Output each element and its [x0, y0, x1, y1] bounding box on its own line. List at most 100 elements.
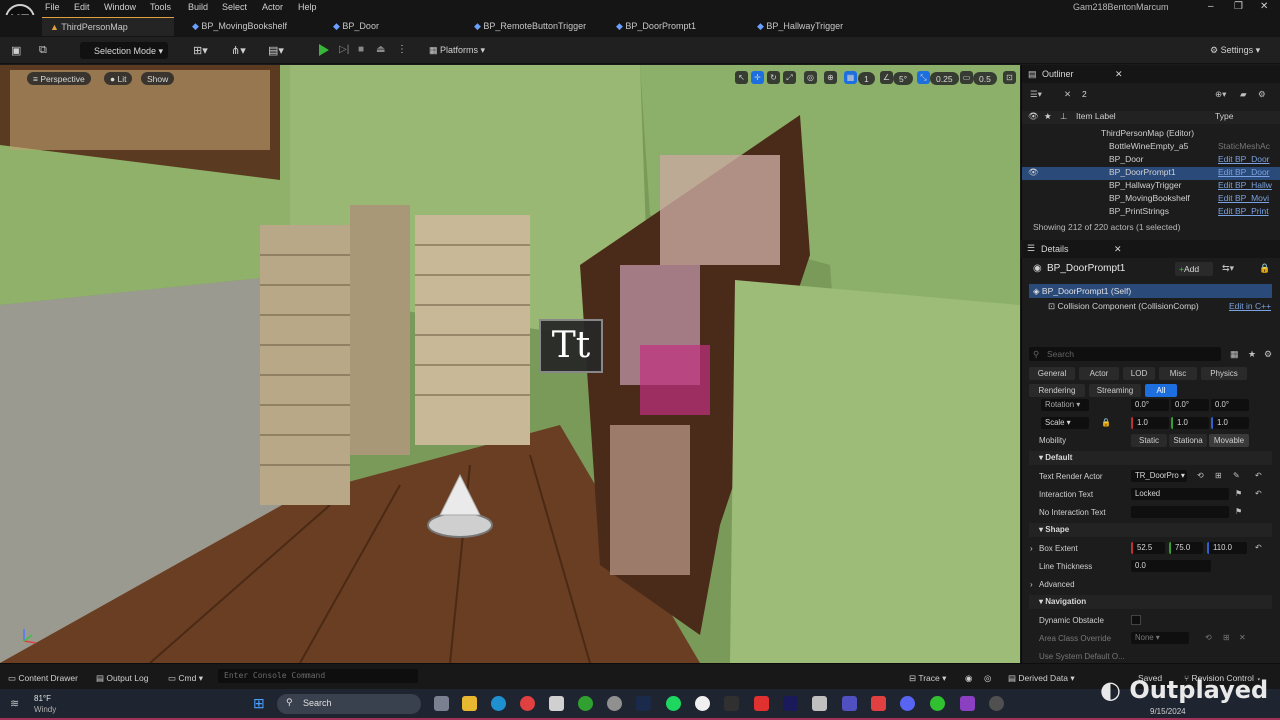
category-physics[interactable]: Physics [1201, 367, 1247, 380]
file-explorer-icon[interactable] [462, 696, 477, 711]
scale-tool-icon[interactable]: ⤢ [783, 71, 796, 84]
line-thickness-input[interactable]: 0.0 [1131, 560, 1211, 572]
details-search-input[interactable]: ⚲ Search [1029, 347, 1221, 361]
category-all[interactable]: All [1145, 384, 1177, 397]
browse-icon[interactable]: ⟲ [1197, 471, 1204, 480]
mobility-static[interactable]: Static [1131, 434, 1167, 447]
category-general[interactable]: General [1029, 367, 1075, 380]
scale-snap-icon[interactable]: ⤡ [917, 71, 930, 84]
edge-icon[interactable] [491, 696, 506, 711]
stop-icon[interactable]: ■ [358, 44, 364, 55]
camera-icon[interactable]: ◎ [984, 673, 991, 684]
store-icon[interactable] [549, 696, 564, 711]
edit-in-cpp-link[interactable]: Edit in C++ [1229, 301, 1271, 311]
save-icon[interactable]: ▣ [11, 44, 21, 57]
scale-lock-icon[interactable]: 🔒 [1101, 418, 1111, 427]
category-rendering[interactable]: Rendering [1029, 384, 1085, 397]
flag-icon[interactable]: ⚑ [1235, 489, 1242, 498]
menu-help[interactable]: Help [298, 2, 317, 12]
surface-snap-icon[interactable]: ⊕ [824, 71, 837, 84]
taskbar-search[interactable]: ⚲ Search [277, 694, 421, 714]
menu-tools[interactable]: Tools [150, 2, 171, 12]
discord-icon[interactable] [900, 696, 915, 711]
list-item[interactable]: BottleWineEmpty_a5 StaticMeshAc [1022, 141, 1280, 154]
scale-x[interactable]: 1.0 [1131, 417, 1169, 429]
play-icon[interactable] [319, 44, 329, 56]
rotation-x[interactable]: 0.0° [1131, 399, 1169, 411]
angle-snap-value[interactable]: 5° [893, 72, 914, 85]
picker-icon[interactable]: ✎ [1233, 471, 1240, 480]
record-icon[interactable]: ◉ [965, 673, 972, 684]
content-drawer-button[interactable]: ▭ Content Drawer [8, 673, 78, 684]
rotation-dropdown[interactable]: Rotation ▾ [1041, 399, 1089, 411]
platforms-button[interactable]: ▦ Platforms ▾ [429, 45, 485, 56]
weather-temp[interactable]: 81°F [34, 694, 51, 703]
advanced-expander[interactable]: › Advanced [1030, 580, 1075, 589]
text-render-actor-icon[interactable]: Tt [539, 319, 603, 373]
interaction-text-input[interactable]: Locked [1131, 488, 1229, 500]
component-self-row[interactable]: ◈ BP_DoorPrompt1 (Self) [1029, 284, 1272, 298]
box-extent-z[interactable]: 110.0 [1207, 542, 1247, 554]
weather-icon[interactable]: ≋ [10, 697, 19, 710]
collision-component-row[interactable]: ⊡ Collision Component (CollisionComp) [1048, 301, 1199, 312]
list-item[interactable]: BP_PrintStrings Edit BP_Print [1022, 206, 1280, 219]
mobility-movable[interactable]: Movable [1209, 434, 1249, 447]
favorites-icon[interactable]: ★ [1248, 349, 1256, 360]
item-label-header[interactable]: Item Label [1076, 111, 1116, 121]
selection-mode-button[interactable]: Selection Mode ▾ [80, 42, 168, 59]
menu-build[interactable]: Build [188, 2, 208, 12]
outliner-settings-icon[interactable]: ⚙ [1258, 89, 1266, 100]
list-item[interactable]: BP_Door Edit BP_Door [1022, 154, 1280, 167]
taskbar-date[interactable]: 9/15/2024 [1150, 707, 1186, 716]
perspective-button[interactable]: ≡ Perspective [27, 72, 91, 85]
category-streaming[interactable]: Streaming [1089, 384, 1141, 397]
list-item[interactable]: BP_HallwayTrigger Edit BP_Hallw [1022, 180, 1280, 193]
section-navigation[interactable]: ▾ Navigation [1029, 595, 1272, 609]
app-icon[interactable] [989, 696, 1004, 711]
list-item-selected[interactable]: 👁 BP_DoorPrompt1 Edit BP_Door [1022, 167, 1280, 180]
cmd-button[interactable]: ▭ Cmd ▾ [168, 673, 203, 684]
tab-thirdpersonmap[interactable]: ▲ ThirdPersonMap [42, 17, 174, 36]
item-type-link[interactable]: Edit BP_Door [1218, 167, 1270, 177]
scale-z[interactable]: 1.0 [1211, 417, 1249, 429]
folder-icon[interactable]: ▰ [1240, 89, 1247, 100]
grid-size-value[interactable]: 1 [858, 72, 875, 85]
tab-bp-movingbookshelf[interactable]: ◆ BP_MovingBookshelf [192, 17, 287, 36]
select-tool-icon[interactable]: ↖ [735, 71, 748, 84]
lock-icon[interactable]: 🔒 [1259, 263, 1270, 274]
audition-icon[interactable] [783, 696, 798, 711]
reset-icon[interactable]: ↶ [1255, 543, 1262, 552]
app-icon[interactable] [930, 696, 945, 711]
level-viewport[interactable]: ≡ Perspective ● Lit Show ↖ ✛ ↻ ⤢ ◎ ⊕ ▦ 1… [0, 65, 1020, 663]
category-misc[interactable]: Misc [1159, 367, 1197, 380]
eject-icon[interactable]: ⏏ [376, 44, 385, 55]
play-options-icon[interactable]: ⋮ [397, 44, 407, 55]
blueprint-menu-icon[interactable]: ⋔▾ [231, 44, 246, 57]
lit-button[interactable]: ● Lit [104, 72, 133, 85]
maximize-viewport-icon[interactable]: ⊡ [1003, 71, 1016, 84]
details-settings-icon[interactable]: ⚙ [1264, 349, 1272, 360]
section-shape[interactable]: ▾ Shape [1029, 523, 1272, 537]
outliner-search-input[interactable]: 2 [1082, 89, 1212, 99]
dynamic-obstacle-checkbox[interactable] [1131, 615, 1141, 625]
trace-button[interactable]: ⊟ Trace ▾ [909, 673, 946, 684]
visibility-icon[interactable]: 👁 [1028, 167, 1039, 178]
add-filter-icon[interactable]: ⊕▾ [1215, 89, 1226, 100]
item-type-link[interactable]: Edit BP_Print [1218, 206, 1269, 216]
windows-start-icon[interactable]: ⊞ [253, 695, 265, 712]
tab-bp-doorprompt1[interactable]: ◆ BP_DoorPrompt1 [616, 17, 696, 36]
menu-window[interactable]: Window [104, 2, 136, 12]
tab-bp-door[interactable]: ◆ BP_Door [333, 17, 379, 36]
xbox-icon[interactable] [578, 696, 593, 711]
scale-dropdown[interactable]: Scale ▾ [1041, 417, 1089, 429]
item-type-link[interactable]: Edit BP_Movi [1218, 193, 1269, 203]
actor-name[interactable]: BP_DoorPrompt1 [1047, 263, 1125, 274]
app-icon[interactable] [607, 696, 622, 711]
filter-icon[interactable]: ☰▾ [1030, 89, 1042, 99]
chrome-icon[interactable] [520, 696, 535, 711]
translate-tool-icon[interactable]: ✛ [751, 71, 764, 84]
camera-speed-value[interactable]: 0.5 [973, 72, 997, 85]
box-extent-y[interactable]: 75.0 [1169, 542, 1203, 554]
steam-icon[interactable] [636, 696, 651, 711]
app-icon[interactable] [842, 696, 857, 711]
